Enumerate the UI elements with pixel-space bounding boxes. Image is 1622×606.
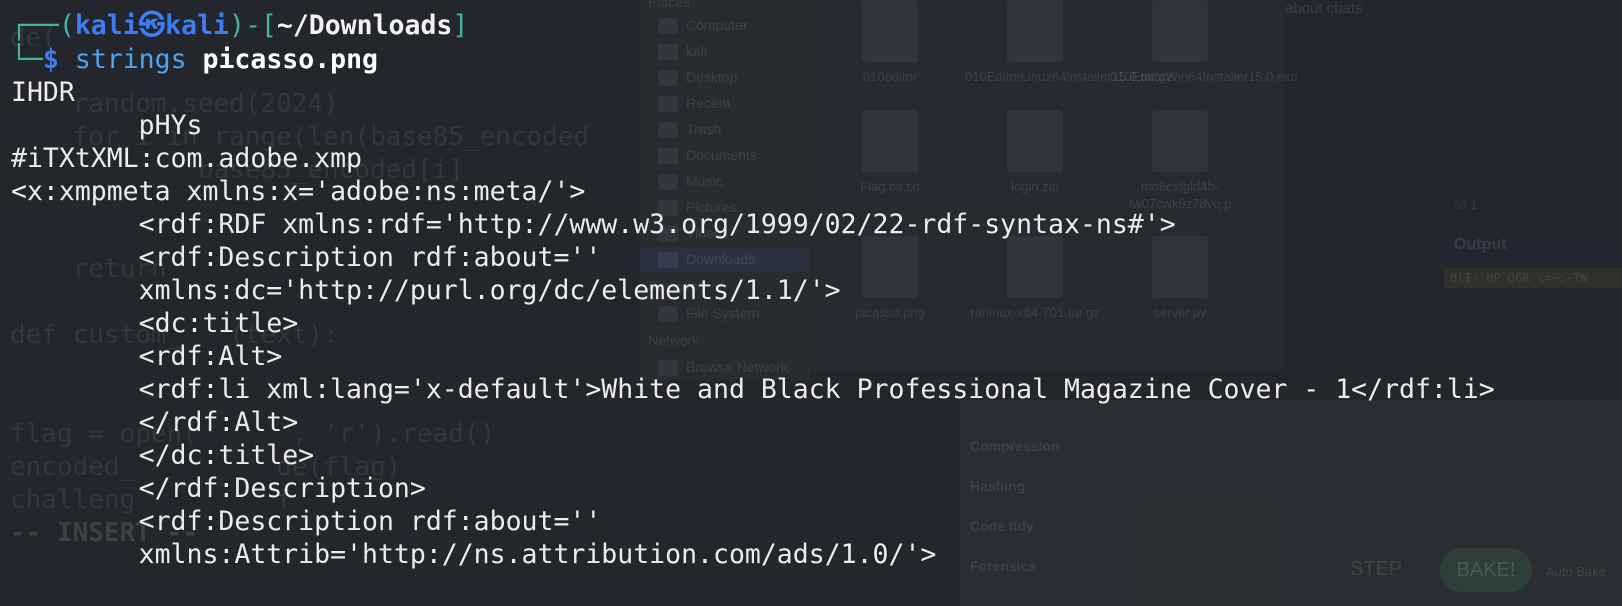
output-line: xmlns:dc='http://purl.org/dc/elements/1.… xyxy=(11,275,841,306)
prompt-host: kali xyxy=(165,10,229,41)
output-line: <dc:title> xyxy=(11,308,299,339)
prompt-corner-top: ┌──( xyxy=(11,10,75,41)
output-line: <rdf:Description rdf:about='' xyxy=(11,506,602,537)
output-line: <rdf:li xml:lang='x-default'>White and B… xyxy=(11,374,1495,405)
output-line: <x:xmpmeta xmlns:x='adobe:ns:meta/'> xyxy=(11,176,586,207)
output-line: <rdf:Description rdf:about='' xyxy=(11,242,602,273)
output-line: pHYs xyxy=(11,110,203,141)
prompt-line-1: ┌──(kali㉿kali)-[~/Downloads] xyxy=(11,9,468,43)
prompt-user: kali xyxy=(74,10,139,41)
output-line: </rdf:Alt> xyxy=(11,407,299,438)
prompt-at-symbol: ㉿ xyxy=(138,10,166,41)
desktop-screen: de( random.seed(2024) for i in range(len… xyxy=(0,0,1622,606)
output-line: xmlns:Attrib='http://ns.attribution.com/… xyxy=(11,539,937,570)
prompt-cwd: ~/Downloads xyxy=(276,10,453,41)
prompt-close: ] xyxy=(452,10,469,41)
output-line: IHDR xyxy=(11,77,75,108)
prompt-corner-bottom: └─ xyxy=(11,44,43,75)
output-line: <rdf:Alt> xyxy=(11,341,283,372)
terminal-window[interactable]: ┌──(kali㉿kali)-[~/Downloads] └─$ strings… xyxy=(0,0,1622,606)
output-line: </dc:title> xyxy=(11,440,315,471)
output-line: </rdf:Description> xyxy=(11,473,426,504)
command-name: strings xyxy=(74,44,187,75)
output-line: <rdf:RDF xmlns:rdf='http://www.w3.org/19… xyxy=(11,209,1176,240)
prompt-dollar: $ xyxy=(42,44,59,75)
command-argument: picasso.png xyxy=(202,44,379,75)
prompt-mid: )-[ xyxy=(228,10,277,41)
prompt-line-2: └─$ strings picasso.png xyxy=(11,43,378,77)
output-line: #iTXtXML:com.adobe.xmp xyxy=(11,143,362,174)
